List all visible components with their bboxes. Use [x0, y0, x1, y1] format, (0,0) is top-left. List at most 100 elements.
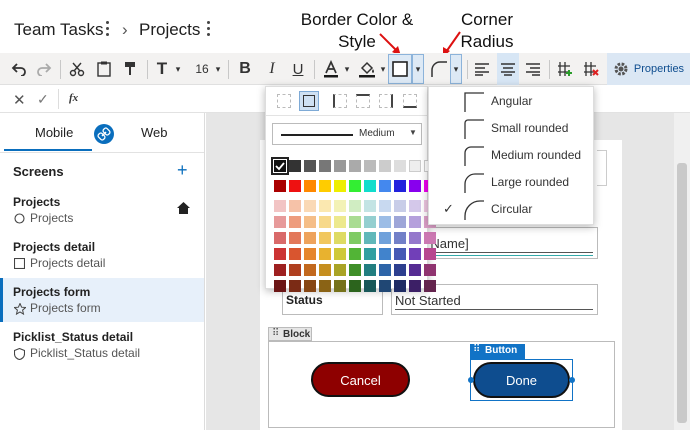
border-none-icon[interactable]	[277, 94, 291, 108]
color-swatch[interactable]	[334, 180, 346, 192]
add-grid-icon[interactable]	[554, 53, 576, 85]
color-swatch[interactable]	[394, 280, 406, 292]
color-swatch[interactable]	[304, 280, 316, 292]
color-swatch[interactable]	[289, 232, 301, 244]
color-swatch[interactable]	[319, 180, 331, 192]
corner-radius-option[interactable]: Small rounded	[429, 115, 595, 142]
screen-item-projects[interactable]: Projects Projects	[0, 188, 204, 232]
cut-icon[interactable]	[66, 53, 88, 85]
color-swatch[interactable]	[304, 200, 316, 212]
screen-item-picklist-status-detail[interactable]: Picklist_Status detail Picklist_Status d…	[0, 323, 204, 367]
color-swatch[interactable]	[394, 248, 406, 260]
color-swatch[interactable]	[319, 248, 331, 260]
home-icon[interactable]	[177, 202, 190, 214]
color-swatch[interactable]	[409, 160, 421, 172]
color-swatch[interactable]	[274, 200, 286, 212]
color-swatch[interactable]	[424, 280, 436, 292]
color-swatch[interactable]	[424, 232, 436, 244]
color-swatch[interactable]	[274, 264, 286, 276]
color-swatch[interactable]	[364, 248, 376, 260]
color-swatch[interactable]	[394, 180, 406, 192]
color-swatch[interactable]	[364, 264, 376, 276]
border-color-button[interactable]	[388, 54, 412, 84]
color-swatch[interactable]	[289, 216, 301, 228]
color-swatch[interactable]	[349, 180, 361, 192]
color-swatch[interactable]	[409, 264, 421, 276]
color-swatch[interactable]	[364, 232, 376, 244]
color-swatch[interactable]	[364, 280, 376, 292]
color-swatch[interactable]	[319, 216, 331, 228]
color-swatch[interactable]	[274, 216, 286, 228]
canvas-scrollbar[interactable]	[674, 113, 690, 430]
corner-radius-option[interactable]: ✓ Circular	[429, 196, 595, 223]
text-style-icon[interactable]: T	[153, 53, 171, 85]
color-swatch[interactable]	[349, 200, 361, 212]
text-style-dropdown-icon[interactable]: ▾	[172, 53, 184, 85]
color-swatch[interactable]	[319, 232, 331, 244]
color-swatch[interactable]	[379, 160, 391, 172]
color-swatch[interactable]	[289, 160, 301, 172]
color-swatch[interactable]	[379, 264, 391, 276]
tab-web[interactable]: Web	[141, 125, 168, 140]
format-painter-icon[interactable]	[120, 53, 142, 85]
italic-icon[interactable]: I	[262, 53, 282, 85]
screen-item-projects-form[interactable]: Projects form Projects form	[0, 278, 204, 322]
paste-icon[interactable]	[93, 53, 115, 85]
color-swatch[interactable]	[394, 200, 406, 212]
color-swatch[interactable]	[349, 160, 361, 172]
border-right-icon[interactable]	[379, 94, 393, 108]
fill-color-icon[interactable]	[356, 53, 378, 85]
color-swatch[interactable]	[319, 160, 331, 172]
color-swatch[interactable]	[379, 180, 391, 192]
color-swatch[interactable]	[334, 216, 346, 228]
border-left-icon[interactable]	[333, 94, 347, 108]
border-weight-select[interactable]: Medium ▼	[272, 123, 422, 145]
screen-name[interactable]: Projects	[139, 20, 200, 40]
properties-button[interactable]: Properties	[607, 53, 690, 85]
font-size-value[interactable]: 16	[192, 53, 212, 85]
color-swatch[interactable]	[394, 160, 406, 172]
app-name[interactable]: Team Tasks	[14, 20, 103, 40]
add-screen-icon[interactable]: +	[177, 160, 188, 181]
underline-icon[interactable]: U	[288, 53, 308, 85]
cancel-formula-icon[interactable]: ✕	[13, 91, 26, 109]
resize-handle[interactable]	[569, 377, 575, 383]
remove-grid-icon[interactable]	[580, 53, 602, 85]
color-swatch[interactable]	[334, 264, 346, 276]
color-swatch[interactable]	[304, 248, 316, 260]
drag-handle-icon[interactable]: ⠿	[272, 328, 279, 339]
color-swatch[interactable]	[289, 200, 301, 212]
screen-item-projects-detail[interactable]: Projects detail Projects detail	[0, 233, 204, 277]
redo-icon[interactable]	[33, 53, 55, 85]
border-top-icon[interactable]	[356, 94, 370, 108]
color-swatch[interactable]	[334, 248, 346, 260]
align-center-icon[interactable]	[497, 53, 519, 85]
color-swatch[interactable]	[304, 180, 316, 192]
color-swatch[interactable]	[289, 264, 301, 276]
corner-radius-option[interactable]: Large rounded	[429, 169, 595, 196]
color-swatch[interactable]	[394, 232, 406, 244]
color-swatch[interactable]	[394, 216, 406, 228]
color-swatch[interactable]	[304, 264, 316, 276]
color-swatch[interactable]	[409, 280, 421, 292]
border-dropdown-icon[interactable]: ▾	[412, 54, 424, 84]
color-swatch[interactable]	[271, 157, 289, 175]
color-swatch[interactable]	[304, 160, 316, 172]
color-swatch[interactable]	[334, 232, 346, 244]
color-swatch[interactable]	[334, 200, 346, 212]
color-swatch[interactable]	[349, 264, 361, 276]
color-swatch[interactable]	[349, 216, 361, 228]
resize-handle[interactable]	[468, 377, 474, 383]
corner-radius-dropdown-icon[interactable]: ▾	[450, 54, 462, 84]
color-swatch[interactable]	[379, 280, 391, 292]
border-bottom-icon[interactable]	[403, 94, 417, 108]
corner-radius-option[interactable]: Medium rounded	[429, 142, 595, 169]
undo-icon[interactable]	[8, 53, 30, 85]
color-swatch[interactable]	[364, 180, 376, 192]
color-swatch[interactable]	[289, 280, 301, 292]
color-swatch[interactable]	[304, 232, 316, 244]
font-color-icon[interactable]	[320, 53, 342, 85]
color-swatch[interactable]	[394, 264, 406, 276]
color-swatch[interactable]	[409, 248, 421, 260]
color-swatch[interactable]	[424, 264, 436, 276]
